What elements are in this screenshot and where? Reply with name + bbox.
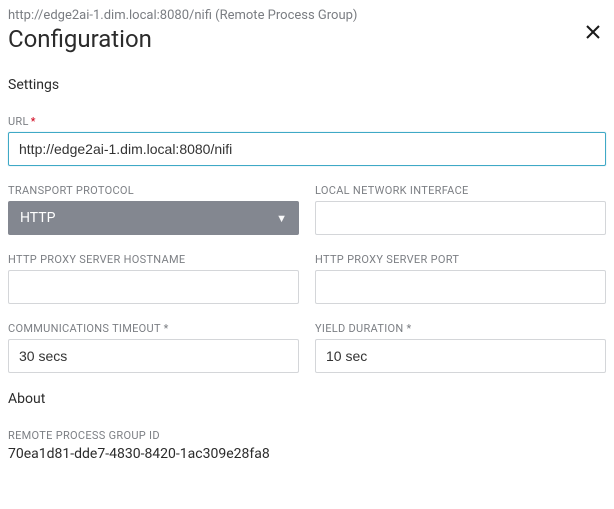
required-asterisk: * (31, 115, 36, 128)
http-proxy-hostname-label: HTTP PROXY SERVER HOSTNAME (8, 253, 299, 266)
settings-section: Settings URL* TRANSPORT PROTOCOL HTTP ▼ … (8, 77, 606, 373)
communications-timeout-input[interactable] (8, 339, 299, 373)
http-proxy-hostname-input[interactable] (8, 270, 299, 304)
url-input[interactable] (8, 132, 606, 166)
settings-heading: Settings (8, 77, 606, 93)
yield-duration-label: YIELD DURATION * (315, 322, 606, 335)
transport-protocol-value: HTTP (20, 210, 55, 226)
url-label: URL* (8, 115, 606, 128)
chevron-down-icon: ▼ (276, 212, 287, 225)
local-network-interface-label: LOCAL NETWORK INTERFACE (315, 184, 606, 197)
communications-timeout-label: COMMUNICATIONS TIMEOUT * (8, 322, 299, 335)
yield-duration-input[interactable] (315, 339, 606, 373)
remote-process-group-id-label: REMOTE PROCESS GROUP ID (8, 429, 606, 442)
local-network-interface-input[interactable] (315, 201, 606, 235)
required-asterisk: * (407, 322, 412, 335)
close-icon[interactable] (584, 23, 602, 46)
http-proxy-port-input[interactable] (315, 270, 606, 304)
about-heading: About (8, 391, 606, 407)
http-proxy-port-label: HTTP PROXY SERVER PORT (315, 253, 606, 266)
yield-duration-label-text: YIELD DURATION (315, 322, 404, 335)
required-asterisk: * (164, 322, 169, 335)
transport-protocol-label: TRANSPORT PROTOCOL (8, 184, 299, 197)
breadcrumb: http://edge2ai-1.dim.local:8080/nifi (Re… (8, 8, 606, 23)
transport-protocol-select[interactable]: HTTP ▼ (8, 201, 299, 235)
page-title: Configuration (8, 25, 152, 53)
remote-process-group-id-value: 70ea1d81-dde7-4830-8420-1ac309e28fa8 (8, 446, 606, 462)
communications-timeout-label-text: COMMUNICATIONS TIMEOUT (8, 322, 161, 335)
about-section: About REMOTE PROCESS GROUP ID 70ea1d81-d… (8, 391, 606, 462)
url-label-text: URL (8, 115, 29, 128)
